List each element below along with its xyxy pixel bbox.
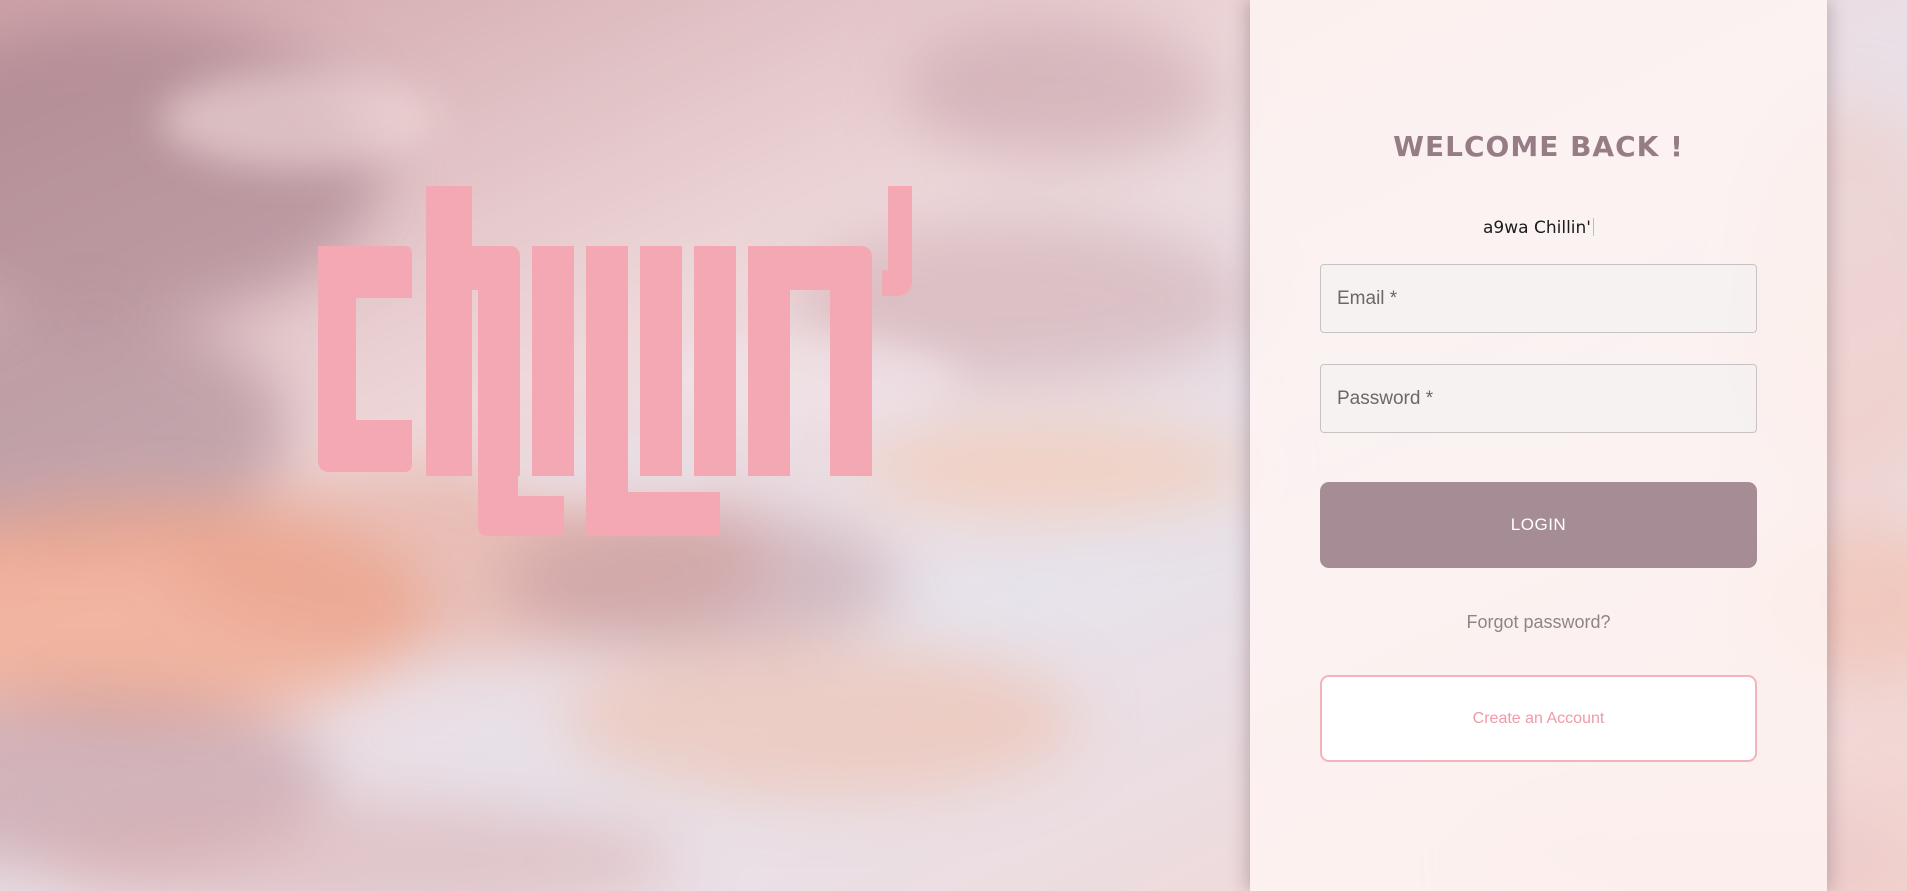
password-field[interactable] [1320, 364, 1757, 433]
login-button[interactable]: LOGIN [1320, 482, 1757, 568]
welcome-heading: WELCOME BACK ! [1393, 130, 1684, 163]
email-input[interactable] [1321, 265, 1756, 332]
subtitle: a9wa Chillin' [1250, 218, 1827, 238]
subtitle-text: a9wa Chillin' [1483, 218, 1591, 238]
forgot-password-link[interactable]: Forgot password? [1250, 612, 1827, 633]
chillin-logo [318, 186, 912, 536]
login-page: WELCOME BACK ! a9wa Chillin' LOGIN Forgo… [0, 0, 1907, 891]
login-panel: WELCOME BACK ! a9wa Chillin' LOGIN Forgo… [1250, 0, 1827, 891]
text-cursor [1592, 218, 1594, 236]
create-account-button[interactable]: Create an Account [1320, 675, 1757, 762]
password-input[interactable] [1321, 365, 1756, 432]
email-field[interactable] [1320, 264, 1757, 333]
